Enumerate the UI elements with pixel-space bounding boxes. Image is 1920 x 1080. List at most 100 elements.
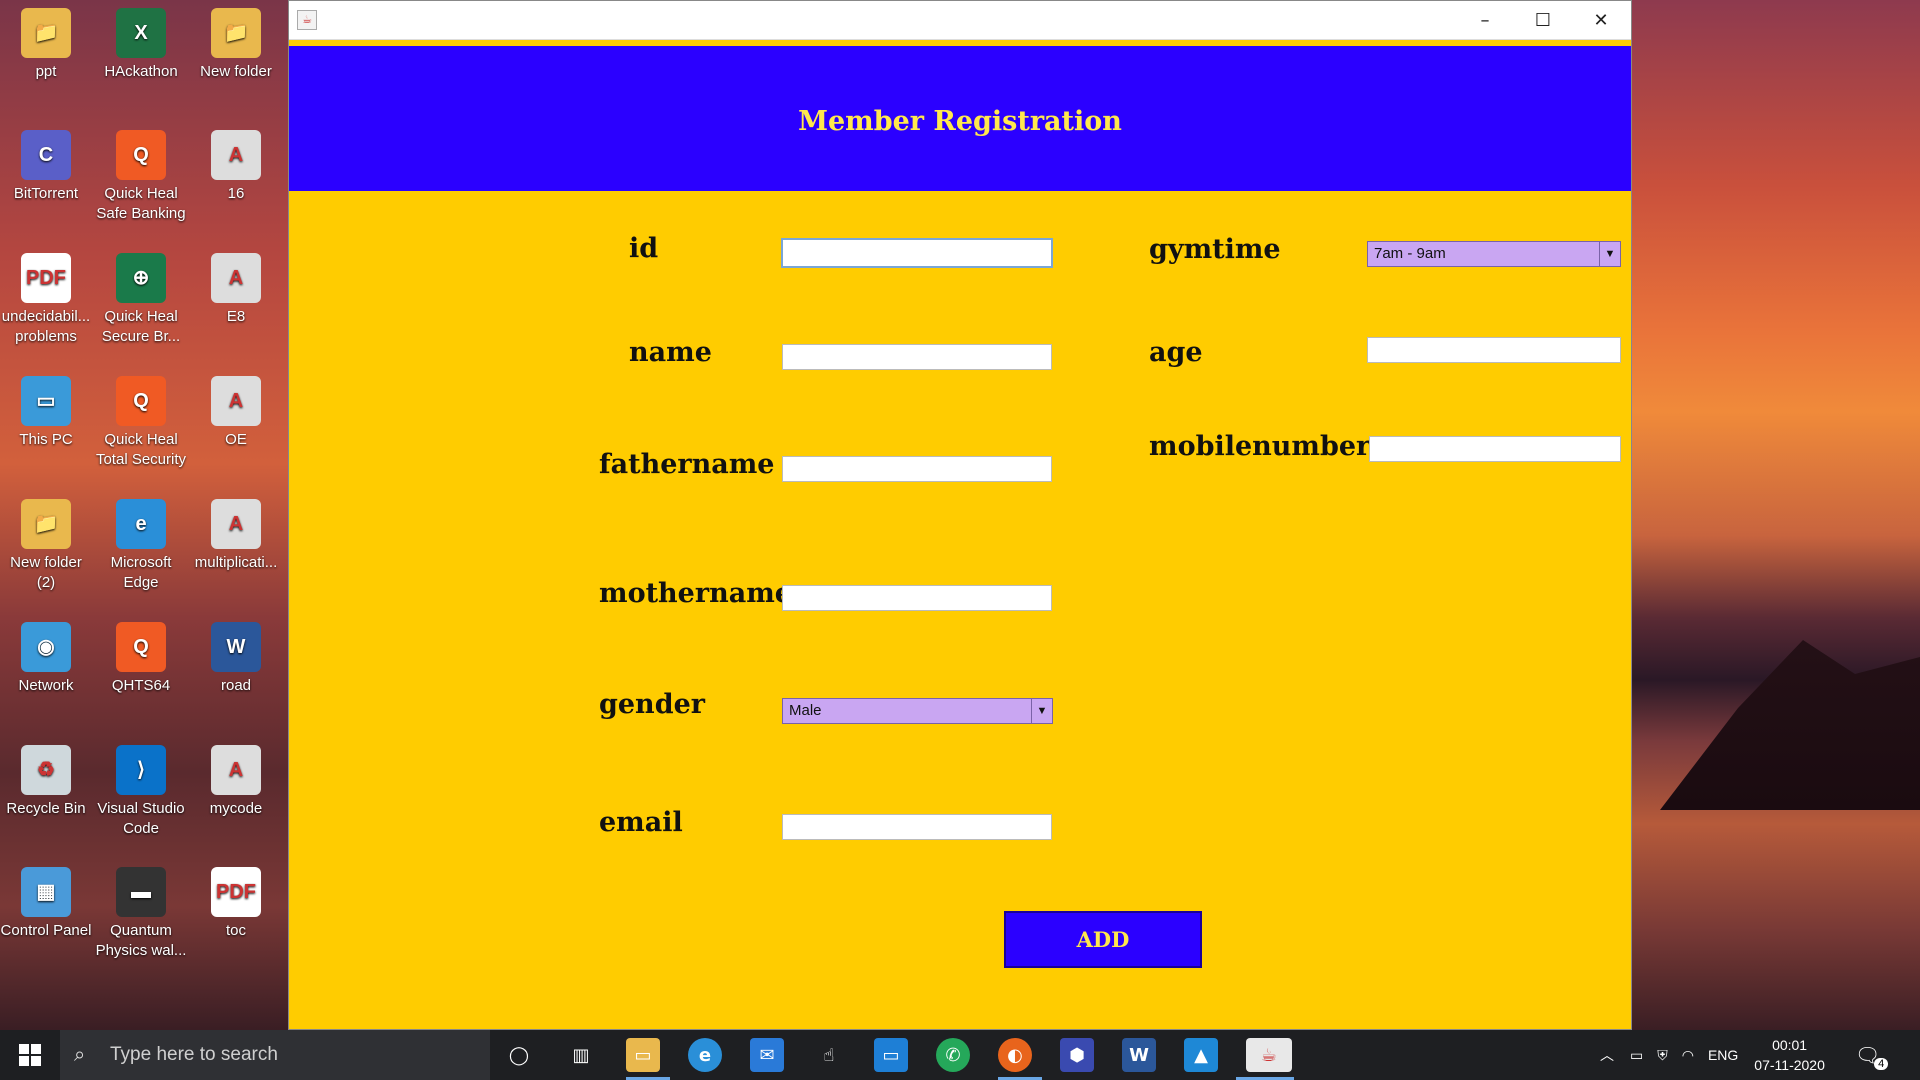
title-bar[interactable]: ☕ – ☐ ✕ (289, 1, 1631, 40)
mail-icon[interactable]: ✉ (750, 1038, 784, 1072)
fathername-field[interactable] (782, 456, 1052, 482)
start-button[interactable] (0, 1030, 60, 1080)
mothername-label: mothername (599, 578, 792, 609)
age-label: age (1149, 337, 1203, 368)
whatsapp-icon[interactable]: ✆ (936, 1038, 970, 1072)
desktop-icon[interactable]: A OE (190, 376, 282, 450)
desktop-icon-image: PDF (21, 253, 71, 303)
desktop-icon[interactable]: ⊕ Quick Heal Secure Br... (95, 253, 187, 347)
photos-icon[interactable]: ▲ (1184, 1038, 1218, 1072)
desktop-icon-label: toc (225, 922, 246, 939)
form-header: Member Registration (289, 46, 1631, 191)
desktop-icon[interactable]: PDF undecidabil... problems (0, 253, 92, 347)
desktop-icon-label: multiplicati... (194, 554, 278, 571)
file-explorer-icon[interactable]: ▭ (626, 1038, 660, 1072)
maximize-button[interactable]: ☐ (1514, 1, 1572, 39)
desktop-icon-image: 📁 (211, 8, 261, 58)
desktop-icon-label: Network (18, 677, 74, 694)
task-view-icon[interactable]: ▥ (564, 1038, 598, 1072)
name-field[interactable] (782, 344, 1052, 370)
battery-icon[interactable]: ▭ (1630, 1047, 1643, 1064)
notification-icon[interactable]: 🗨 4 (1855, 1043, 1889, 1070)
desktop-icon[interactable]: ♻ Recycle Bin (0, 745, 92, 819)
id-field[interactable] (781, 238, 1053, 268)
desktop-icon-label: Quick Heal Safe Banking (96, 185, 186, 222)
desktop-icon[interactable]: Amultiplicati... (190, 499, 282, 573)
page-title: Member Registration (798, 106, 1122, 137)
desktop-icon-label: mycode (209, 800, 263, 817)
java-icon[interactable]: ☕ (1246, 1038, 1292, 1072)
desktop-icon[interactable]: 📁 ppt (0, 8, 92, 82)
chevron-down-icon[interactable]: ▼ (1031, 699, 1052, 723)
desktop-icon-image: ⟩ (116, 745, 166, 795)
desktop-icon-label: HAckathon (104, 63, 178, 80)
desktop-icon[interactable]: ▭ This PC (0, 376, 92, 450)
windows-icon (19, 1044, 41, 1066)
desktop-icon[interactable]: e Microsoft Edge (95, 499, 187, 593)
desktop-icon[interactable]: X HAckathon (95, 8, 187, 82)
wifi-icon[interactable]: ◠ (1682, 1047, 1694, 1064)
desktop-icon-label: OE (225, 431, 247, 448)
desktop-icon-image: Q (116, 376, 166, 426)
desktop-icon[interactable]: ▬ Quantum Physics wal... (95, 867, 187, 961)
desktop-icon-label: Control Panel (0, 922, 92, 939)
mobilenumber-field[interactable] (1369, 436, 1621, 462)
gymtime-label: gymtime (1149, 234, 1281, 265)
desktop-icon-image: 📁 (21, 8, 71, 58)
member-registration-window: ☕ – ☐ ✕ Member Registration id name fath… (288, 0, 1632, 1030)
close-button[interactable]: ✕ (1572, 1, 1630, 39)
edge-icon[interactable]: e (688, 1038, 722, 1072)
desktop-icon[interactable]: Wroad (190, 622, 282, 696)
desktop-icon-image: A (211, 376, 261, 426)
security-icon[interactable]: ⛨ (1657, 1047, 1668, 1064)
desktop-icon-image: A (211, 745, 261, 795)
taskbar-search[interactable]: ⌕ Type here to search (60, 1030, 490, 1080)
touch-icon[interactable]: ☝ (812, 1038, 846, 1072)
desktop-icon-image: Q (116, 130, 166, 180)
desktop-icon[interactable]: ⟩ Visual Studio Code (95, 745, 187, 839)
mobilenumber-label: mobilenumber (1149, 431, 1371, 462)
desktop-icon[interactable]: A 16 (190, 130, 282, 204)
gymtime-select[interactable]: 7am - 9am ▼ (1367, 241, 1621, 267)
desktop-icon[interactable]: A E8 (190, 253, 282, 327)
mothername-field[interactable] (782, 585, 1052, 611)
firefox-icon[interactable]: ◐ (998, 1038, 1032, 1072)
desktop-icon-image: ▭ (21, 376, 71, 426)
desktop-icon[interactable]: Q QHTS64 (95, 622, 187, 696)
email-field[interactable] (782, 814, 1052, 840)
search-placeholder: Type here to search (110, 1044, 278, 1065)
name-label: name (629, 337, 712, 368)
desktop-icon[interactable]: Amycode (190, 745, 282, 819)
desktop-icon-label: New folder (2) (10, 554, 82, 591)
language-indicator[interactable]: ENG (1708, 1047, 1738, 1063)
chevron-down-icon[interactable]: ▼ (1599, 242, 1620, 266)
desktop-icon-image: A (211, 253, 261, 303)
desktop-icon[interactable]: C BitTorrent (0, 130, 92, 204)
add-button[interactable]: ADD (1004, 911, 1202, 968)
desktop-icon-image: X (116, 8, 166, 58)
desktop-icon-image: 📁 (21, 499, 71, 549)
fathername-label: fathername (599, 449, 775, 480)
desktop-icon[interactable]: 📁 New folder (2) (0, 499, 92, 593)
desktop-icon[interactable]: PDF toc (190, 867, 282, 941)
age-field[interactable] (1367, 337, 1621, 363)
desktop-icon[interactable]: 📁 New folder (190, 8, 282, 82)
desktop-icon[interactable]: Q Quick Heal Total Security (95, 376, 187, 470)
desktop-icon-label: 16 (227, 185, 245, 202)
desktop-icon[interactable]: Q Quick Heal Safe Banking (95, 130, 187, 224)
chevron-up-icon[interactable]: ︿ (1600, 1045, 1614, 1065)
desktop-icon[interactable]: ◉ Network (0, 622, 92, 696)
desktop-icon-image: A (211, 499, 261, 549)
java-icon: ☕ (297, 10, 317, 30)
taskbar: ⌕ Type here to search ◯ ▥ ▭ e ✉ ☝ ▭ ✆ ◐ … (0, 1030, 1920, 1080)
word-icon[interactable]: W (1122, 1038, 1156, 1072)
cube-app-icon[interactable]: ⬢ (1060, 1038, 1094, 1072)
desktop-icon[interactable]: ▦ Control Panel (0, 867, 92, 941)
clock[interactable]: 00:01 07-11-2020 (1754, 1035, 1825, 1075)
gender-select[interactable]: Male ▼ (782, 698, 1053, 724)
cortana-icon[interactable]: ◯ (502, 1038, 536, 1072)
minimize-button[interactable]: – (1456, 1, 1514, 39)
window-icon[interactable]: ▭ (874, 1038, 908, 1072)
desktop-icon-image: ⊕ (116, 253, 166, 303)
desktop-icon-image: ▦ (21, 867, 71, 917)
